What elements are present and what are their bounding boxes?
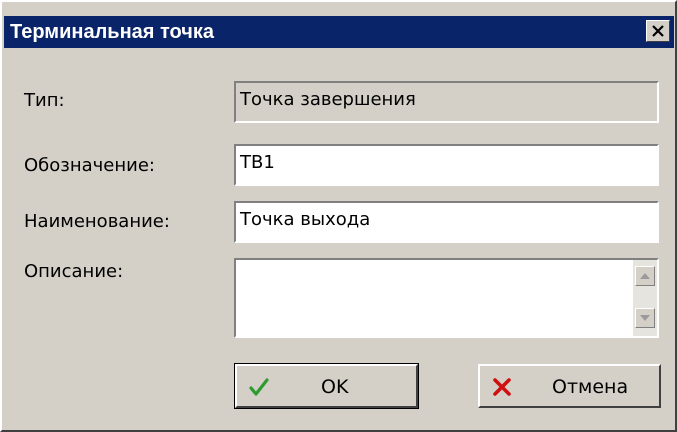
close-icon xyxy=(652,25,664,37)
cancel-button[interactable]: Отмена xyxy=(478,364,661,408)
designation-input[interactable]: ТВ1 xyxy=(234,144,659,186)
arrow-down-icon xyxy=(640,315,650,321)
scroll-up-button[interactable] xyxy=(635,266,655,286)
description-scrollbar[interactable] xyxy=(633,260,657,336)
dialog-window: Терминальная точка Тип: Точка завершения… xyxy=(0,0,677,432)
checkmark-icon xyxy=(249,378,269,396)
name-label: Наименование: xyxy=(24,211,170,232)
description-label: Описание: xyxy=(24,261,124,282)
ok-button[interactable]: OK xyxy=(234,363,419,409)
type-field: Точка завершения xyxy=(234,81,659,123)
cancel-label: Отмена xyxy=(552,376,629,398)
name-input[interactable]: Точка выхода xyxy=(234,201,659,243)
type-label: Тип: xyxy=(24,90,65,111)
designation-label: Обозначение: xyxy=(24,155,155,176)
ok-label: OK xyxy=(321,376,349,398)
title-bar[interactable]: Терминальная точка xyxy=(4,16,674,48)
dialog-title: Терминальная точка xyxy=(10,21,215,43)
description-textarea[interactable] xyxy=(234,258,659,338)
arrow-up-icon xyxy=(640,273,650,279)
scroll-down-button[interactable] xyxy=(635,308,655,328)
close-button[interactable] xyxy=(646,20,670,42)
red-x-icon xyxy=(493,378,511,396)
